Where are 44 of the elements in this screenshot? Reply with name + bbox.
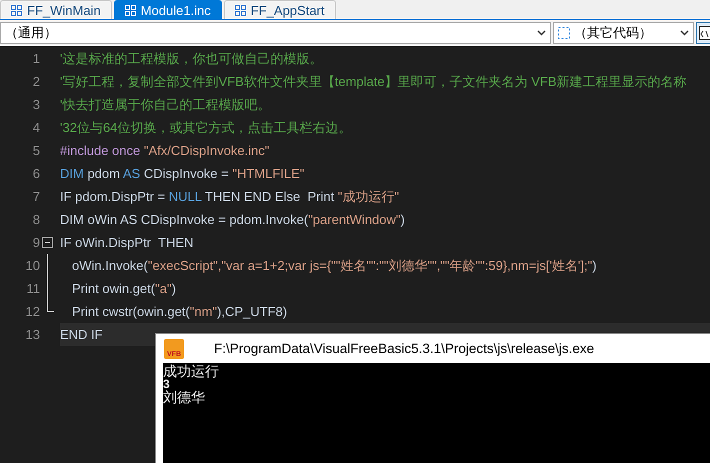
caret-icon [680, 30, 690, 36]
code-line: '32位与64位切换，或其它方式，点击工具栏右边。 [60, 118, 352, 136]
line-number: 13 [24, 327, 40, 342]
line-number: 3 [32, 97, 40, 112]
code-line: #include once "Afx/CDispInvoke.inc" [60, 143, 270, 158]
line-number: 8 [32, 212, 40, 227]
console-line: 3 [163, 379, 170, 390]
code-line: IF pdom.DispPtr = NULL THEN END Else Print "成功运行" [60, 188, 400, 206]
line-number: 2 [32, 74, 40, 89]
file-icon [234, 4, 246, 16]
tab[interactable]: FF_WinMain [0, 0, 112, 19]
tab[interactable]: Module1.inc [114, 0, 222, 19]
line-number: 10 [24, 258, 40, 273]
code-line: DIM pdom AS CDispInvoke = "HTMLFILE" [60, 166, 304, 181]
code-line: '这是标准的工程模版，你也可做自己的模版。 [60, 50, 322, 68]
line-number: 6 [32, 166, 40, 181]
file-icon [124, 4, 136, 16]
caret-icon [537, 30, 546, 36]
line-number: 5 [32, 143, 40, 158]
code-line: END IF [60, 327, 103, 342]
code-line: '快去打造属于你自己的工程模版吧。 [60, 96, 270, 114]
code-line: Print cwstr(owin.get("nm"),CP_UTF8) [72, 304, 288, 319]
scope-dropdown[interactable]: （通用） [0, 22, 552, 44]
line-number: 7 [32, 189, 40, 204]
code-line: oWin.Invoke("execScript","var a=1+2;var js={""姓名"":""刘德华"",""年龄"":59},nm=js['姓名'];") [72, 256, 597, 274]
tab[interactable]: FF_AppStart [224, 0, 336, 19]
console-line: 刘德华 [163, 390, 205, 405]
line-number: 11 [26, 281, 40, 296]
window-title: F:\ProgramData\VisualFreeBasic5.3.1\Projects\js\release\js.exe [214, 341, 594, 356]
collapse-icon[interactable] [42, 237, 53, 248]
code-line: '写好工程，复制全部文件到VFB软件文件夹里【template】里即可，子文件夹名为 VFB新建工程里显示的名称 [60, 72, 687, 90]
line-number: 1 [32, 51, 40, 66]
code-line: Print owin.get("a") [72, 281, 176, 296]
code-line: DIM oWin AS CDispInvoke = pdom.Invoke("parentWindow") [60, 212, 405, 227]
code-line: IF oWin.DispPtr THEN [60, 235, 194, 250]
code-window-icon [699, 26, 710, 40]
toolbar-button[interactable] [696, 22, 710, 44]
line-number: 12 [24, 304, 40, 319]
console-line: 成功运行 [163, 364, 219, 379]
file-icon [11, 4, 22, 16]
member-dropdown[interactable]: （其它代码） [553, 22, 694, 44]
line-number: 4 [32, 120, 40, 135]
line-number: 9 [32, 235, 40, 250]
dotted-square-icon [558, 27, 570, 39]
